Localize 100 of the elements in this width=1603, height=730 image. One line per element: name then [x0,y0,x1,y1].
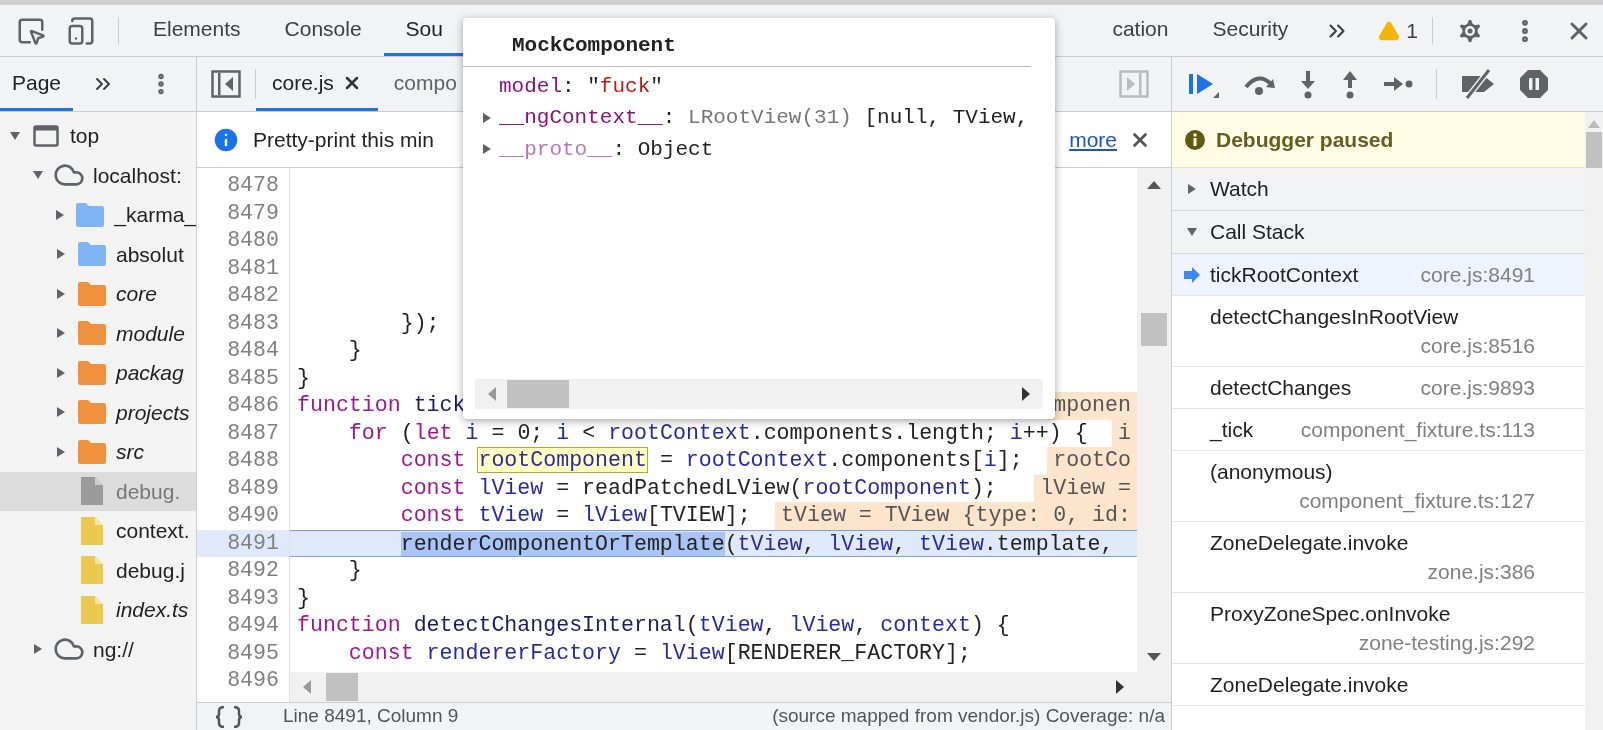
panel-tab[interactable]: Elements [131,5,263,56]
scrollbar-thumb[interactable] [1586,132,1602,168]
expand-triangle-icon[interactable] [55,287,67,300]
expand-triangle-icon[interactable] [1186,226,1198,238]
tree-item[interactable]: projects [0,392,196,432]
expand-triangle-icon[interactable] [32,643,44,656]
expand-triangle-icon[interactable] [481,111,493,124]
frame-function: ZoneDelegate.invoke [1210,530,1409,556]
line-number[interactable]: 8488 [197,447,289,475]
inline-value: lView = [1034,474,1137,502]
tree-item[interactable]: index.ts [0,590,196,630]
code-line: const tView = lView[TVIEW]; [399,502,751,529]
file-tab[interactable]: core.js [256,57,378,111]
expand-triangle-icon[interactable] [9,129,21,142]
line-number[interactable]: 8490 [197,502,289,530]
line-number[interactable]: 8482 [197,282,289,310]
scroll-right-icon[interactable] [1115,680,1125,694]
tree-item[interactable]: context. [0,511,196,551]
frame-location: core.js:8491 [1420,262,1535,288]
expand-triangle-icon[interactable] [481,143,493,156]
cursor-position: Line 8491, Column 9 [283,704,459,729]
tree-item-label: top [70,123,100,149]
code-line: function tick [297,392,466,419]
tree-item[interactable]: module [0,313,196,353]
expand-triangle-icon[interactable] [55,366,67,379]
pretty-print-icon[interactable] [215,705,243,728]
expand-triangle-icon[interactable] [55,445,67,458]
panel-tab[interactable]: cation [1090,5,1191,56]
line-number[interactable]: 8483 [197,309,289,337]
pause-exceptions-icon[interactable] [1519,69,1549,99]
horizontal-scrollbar[interactable] [475,379,1043,409]
frame-function: ProxyZoneSpec.onInvoke [1210,601,1451,627]
current-frame-arrow-icon [1184,267,1200,283]
warnings-button[interactable]: 1 [1364,5,1432,56]
line-number[interactable]: 8485 [197,364,289,392]
step-out-icon[interactable] [1340,69,1360,99]
line-number[interactable]: 8479 [197,199,289,227]
toggle-debugger-icon[interactable] [1119,70,1149,98]
panel-tab[interactable]: Security [1190,5,1311,56]
line-number[interactable]: 8489 [197,474,289,502]
call-frame[interactable]: detectChanges core.js:9893 [1172,367,1585,409]
call-frame[interactable]: tickRootContext core.js:8491 [1172,254,1585,296]
tree-item[interactable]: core [0,274,196,314]
frame-location: core.js:9893 [1420,375,1535,401]
line-number[interactable]: 8480 [197,227,289,255]
object-property[interactable]: model: "fuck" [481,70,1055,102]
tree-item[interactable]: ng:// [0,629,196,669]
tree-item-label: debug. [116,478,181,505]
scrollbar-thumb[interactable] [1141,313,1167,346]
line-number[interactable]: 8486 [197,392,289,420]
tree-item[interactable]: _karma_ [0,195,196,235]
frame-function: detectChanges [1210,375,1352,401]
scroll-down-icon[interactable] [1147,652,1161,662]
call-frame[interactable]: _tick component_fixture.ts:113 [1172,409,1585,451]
panel-tab[interactable]: Console [262,5,384,56]
expand-triangle-icon[interactable] [1186,183,1198,195]
line-number[interactable]: 8478 [197,172,289,200]
object-property[interactable]: __ngContext__: LRootView(31) [null, TView, [481,102,1055,134]
tree-item[interactable]: top [0,116,196,156]
line-number[interactable]: 8492 [197,557,289,585]
call-frame[interactable]: ZoneDelegate.invoke [1172,664,1585,706]
step-icon[interactable] [1382,74,1414,94]
line-number[interactable]: 8496 [197,667,289,695]
vertical-scrollbar[interactable] [1137,168,1171,672]
tree-item-label: core [116,281,157,307]
frame-location: zone.js:386 [1427,559,1535,585]
scrollbar-thumb[interactable] [507,380,569,408]
scroll-right-icon[interactable] [1021,387,1031,401]
tree-item-label: _karma_ [114,202,196,229]
code-line: } [297,364,310,392]
tree-item[interactable]: absolut [0,234,196,274]
scrollbar-thumb[interactable] [326,673,358,701]
scroll-up-icon[interactable] [1147,180,1161,190]
step-into-icon[interactable] [1298,69,1318,99]
tree-item[interactable]: localhost: [0,155,196,195]
horizontal-scrollbar[interactable] [290,672,1171,702]
code-line: } [347,337,362,364]
expand-triangle-icon[interactable] [55,406,67,419]
code-line: function detectChangesInternal(tView, lView, context) { [297,612,1010,639]
popover-title: MockComponent [463,18,1031,67]
navigator-tab[interactable]: Page [0,57,74,111]
toggle-navigator-icon[interactable] [211,70,241,98]
device-toolbar-icon[interactable] [66,15,96,46]
frame-function: detectChangesInRootView [1210,304,1459,330]
line-number[interactable]: 8484 [197,337,289,365]
learn-more-link[interactable]: more [1069,123,1117,156]
expand-triangle-icon[interactable] [55,248,67,261]
expand-triangle-icon[interactable] [55,327,67,340]
tree-item-label: src [116,439,144,465]
source-map-info: (source mapped from vendor.js) Coverage: n/a [772,704,1166,729]
line-number[interactable]: 8495 [197,639,289,667]
object-property[interactable]: __proto__: Object [481,133,1055,165]
line-number[interactable]: 8493 [197,584,289,612]
section-header[interactable]: Watch [1172,168,1585,211]
line-number[interactable]: 8487 [197,419,289,447]
line-number[interactable]: 8481 [197,254,289,282]
tree-item[interactable]: debug.j [0,550,196,590]
line-number[interactable]: 8494 [197,612,289,640]
tree-item[interactable]: packag [0,353,196,393]
tree-item[interactable]: src [0,432,196,472]
